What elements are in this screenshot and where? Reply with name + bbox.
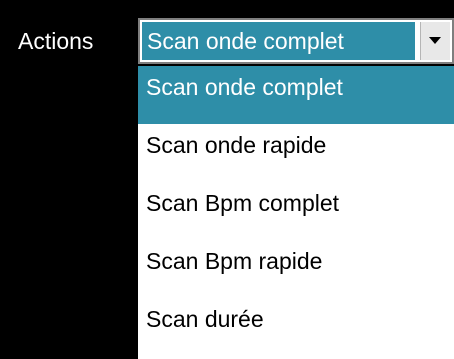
select-current-value[interactable]: Scan onde complet: [142, 22, 415, 60]
dropdown-item-scan-bpm-complet[interactable]: Scan Bpm complet: [138, 182, 454, 240]
select-dropdown-button[interactable]: [420, 22, 450, 60]
dropdown-item-scan-bpm-rapide[interactable]: Scan Bpm rapide: [138, 240, 454, 298]
actions-select[interactable]: Scan onde complet: [138, 18, 454, 64]
dropdown-item-scan-duree[interactable]: Scan durée: [138, 298, 454, 356]
actions-dropdown-list: Scan onde complet Scan onde rapide Scan …: [138, 66, 454, 359]
actions-label: Actions: [18, 28, 94, 54]
chevron-down-icon: [429, 37, 441, 44]
dropdown-item-scan-onde-complet[interactable]: Scan onde complet: [138, 66, 454, 124]
dropdown-item-scan-onde-rapide[interactable]: Scan onde rapide: [138, 124, 454, 182]
